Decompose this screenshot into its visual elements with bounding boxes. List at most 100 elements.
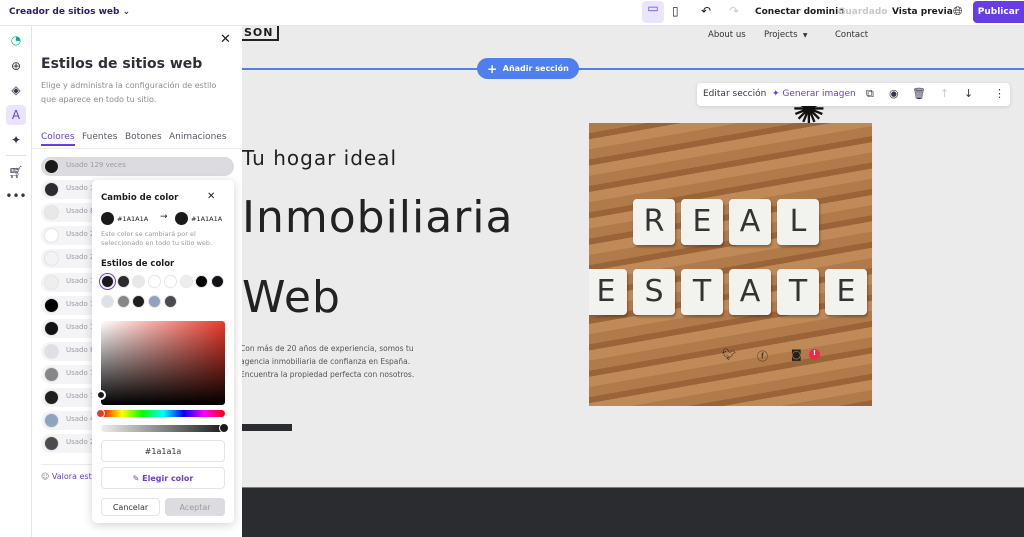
add-section-label: Añadir sección <box>502 64 569 73</box>
letter-tile: A <box>729 269 771 315</box>
hue-slider[interactable] <box>101 410 225 417</box>
tab-colores[interactable]: Colores <box>41 132 75 146</box>
styles-icon[interactable]: A <box>6 105 26 125</box>
close-panel-button[interactable]: ✕ <box>220 32 231 47</box>
color-swatch <box>44 274 59 290</box>
hex-input[interactable]: #1a1a1a <box>101 440 225 462</box>
saturation-handle[interactable] <box>96 390 106 400</box>
move-down-icon[interactable]: ↓ <box>964 87 973 100</box>
redo-button[interactable]: ↷ <box>729 4 739 18</box>
publish-button[interactable]: Publicar <box>973 1 1024 23</box>
color-swatch <box>44 182 59 198</box>
color-swatch <box>44 320 59 336</box>
language-button[interactable]: 🌐︎ <box>953 4 963 19</box>
nav-projects-label: Projects <box>764 30 798 40</box>
site-canvas: SON About us Projects ▼ Contact + Añadir… <box>242 26 1024 487</box>
palette-swatch[interactable] <box>163 275 177 288</box>
tab-botones[interactable]: Botones <box>125 132 162 142</box>
opacity-slider[interactable] <box>101 425 225 432</box>
layers-icon[interactable]: ◈ <box>6 80 26 100</box>
divider <box>32 148 242 149</box>
twitter-icon[interactable]: 🐦︎ <box>722 348 736 361</box>
cancel-button[interactable]: Cancelar <box>101 498 160 516</box>
palette-swatch[interactable] <box>148 295 162 308</box>
hero-title-line2: Web <box>242 272 341 323</box>
letter-tile: S <box>633 269 675 315</box>
color-swatch <box>44 436 59 452</box>
saved-status: Guardado <box>838 7 888 17</box>
palette-swatch[interactable] <box>195 275 209 288</box>
hero-image[interactable]: REAL ESTATE 🐦︎ ⓕ ◙ ! <box>589 123 872 406</box>
color-row[interactable]: Usado 129 veces <box>41 157 234 176</box>
ai-sparkle-icon[interactable]: ✦ <box>6 130 26 150</box>
color-swatch <box>44 205 59 221</box>
palette-swatch[interactable] <box>132 295 146 308</box>
globe-icon: 🌐︎ <box>953 4 963 18</box>
palette-swatch[interactable] <box>163 295 177 308</box>
hue-handle[interactable] <box>96 409 105 418</box>
palette-swatch[interactable] <box>116 275 130 288</box>
opacity-handle[interactable] <box>219 423 229 433</box>
usage-label: Usado 129 veces <box>66 161 126 169</box>
letter-tile: T <box>777 269 819 315</box>
warning-badge-icon[interactable]: ! <box>809 349 820 360</box>
cart-icon[interactable]: 🛒︎ <box>6 162 26 182</box>
palette-swatch[interactable] <box>101 295 114 308</box>
usage-label: Usado 2 <box>66 438 95 447</box>
color-swatch <box>44 297 59 313</box>
usage-label: Usado 4 <box>66 415 95 424</box>
color-swatch <box>44 366 59 382</box>
preview-button[interactable]: Vista previa <box>892 7 953 17</box>
color-swatch <box>44 343 59 359</box>
hero-paragraph: Con más de 20 años de experiencia, somos… <box>242 344 415 379</box>
add-section-button[interactable]: + Añadir sección <box>477 58 579 79</box>
nav-about[interactable]: About us <box>708 30 746 40</box>
app-menu[interactable]: Creador de sitios web ⌄ <box>9 7 130 17</box>
nav-projects[interactable]: Projects ▼ <box>764 30 808 40</box>
palette-swatch[interactable] <box>116 295 130 308</box>
palette-swatch[interactable] <box>210 275 224 288</box>
usage-label: Usado 8 <box>66 207 95 216</box>
palette-swatch[interactable] <box>148 275 162 288</box>
generate-image-button[interactable]: ✦ Generar imagen <box>772 89 856 99</box>
nav-contact[interactable]: Contact <box>835 30 868 40</box>
instagram-icon[interactable]: ◙ <box>791 348 802 361</box>
palette-swatch[interactable] <box>132 275 146 288</box>
tab-animaciones[interactable]: Animaciones <box>169 132 227 142</box>
move-up-icon[interactable]: ↑ <box>940 87 949 100</box>
accept-button[interactable]: Aceptar <box>165 498 225 516</box>
duplicate-icon[interactable]: ⧉ <box>866 87 874 101</box>
saturation-picker[interactable] <box>101 321 225 405</box>
divider <box>6 155 26 156</box>
desktop-view-button[interactable]: ▭ <box>642 1 664 23</box>
add-element-icon[interactable]: ⊕ <box>6 56 26 76</box>
edit-section-button[interactable]: Editar sección <box>703 89 766 99</box>
top-bar: Creador de sitios web ⌄ ▭ ▯ ↶ ↷ Conectar… <box>0 0 1024 26</box>
close-icon: ✕ <box>207 191 216 202</box>
hero-button[interactable] <box>242 424 292 431</box>
feedback-link[interactable]: ☺ Valora esta <box>41 472 97 481</box>
color-swatch <box>44 390 59 405</box>
eyedropper-icon: ✎ <box>132 473 140 483</box>
usage-label: Usado 7 <box>66 368 95 377</box>
mobile-view-button[interactable]: ▯ <box>672 4 679 18</box>
pick-color-button[interactable]: ✎ Elegir color <box>101 467 225 489</box>
more-options-icon[interactable]: ⋮ <box>994 87 1005 100</box>
close-popup-button[interactable]: ✕ <box>207 191 215 202</box>
usage-label: Usado 2 <box>66 253 95 262</box>
tab-fuentes[interactable]: Fuentes <box>82 132 117 142</box>
more-icon[interactable]: ••• <box>5 186 26 206</box>
undo-button[interactable]: ↶ <box>701 4 711 18</box>
color-change-popup: Cambio de color ✕ #1A1A1A → #1A1A1A Este… <box>92 180 234 523</box>
close-icon: ✕ <box>220 32 231 47</box>
trash-icon[interactable]: 🗑︎ <box>912 87 926 100</box>
palette-swatch[interactable] <box>179 275 193 288</box>
color-swatch <box>44 228 59 244</box>
palette-swatch[interactable] <box>101 275 114 288</box>
eye-icon[interactable]: ◉ <box>889 87 899 100</box>
facebook-icon[interactable]: ⓕ <box>757 348 768 364</box>
generate-image-label: Generar imagen <box>782 89 856 99</box>
progress-checklist-icon[interactable]: ◔ <box>6 30 26 50</box>
connect-domain-button[interactable]: Conectar dominio <box>755 7 844 17</box>
caret-down-icon: ▼ <box>802 32 808 39</box>
